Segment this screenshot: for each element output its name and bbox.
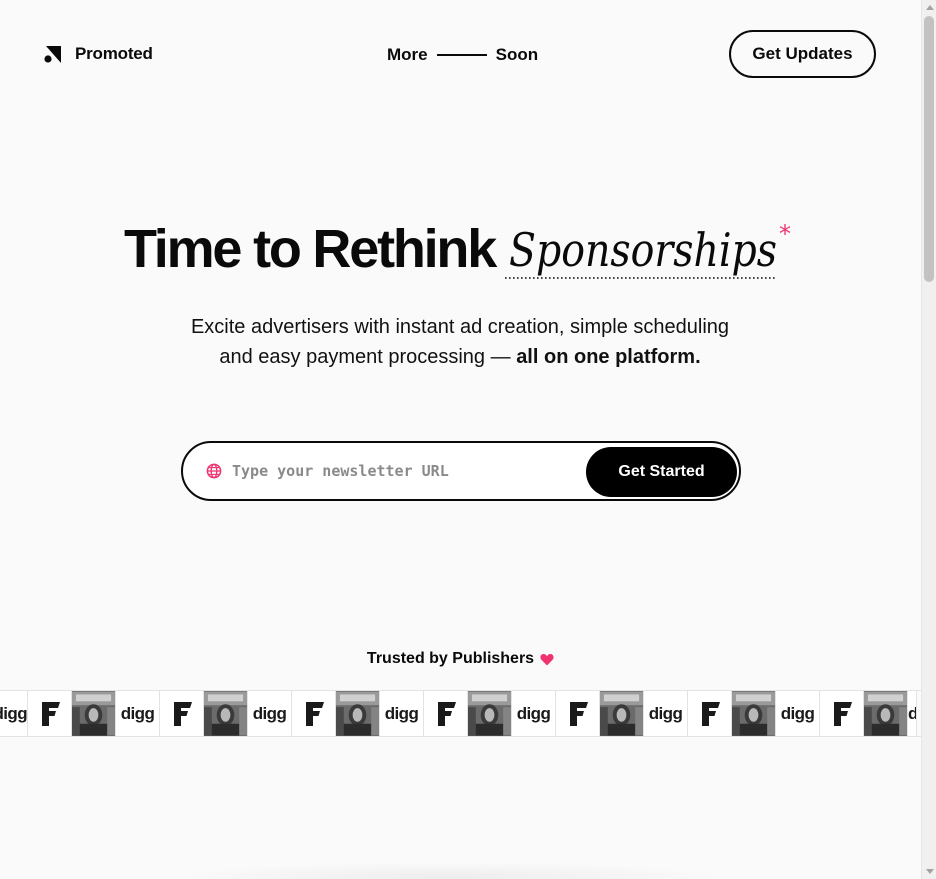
trusted-label: Trusted by Publishers (366, 650, 535, 667)
publisher-logo-strip: digg digg digg digg digg digg digg digg (0, 690, 921, 737)
f-publisher-logo-icon (556, 691, 600, 736)
hero-title-plain: Time to Rethink (124, 219, 497, 279)
newsletter-url-input[interactable] (232, 457, 572, 485)
globe-icon (206, 463, 222, 479)
publisher-photo-thumbnail (468, 691, 512, 736)
f-publisher-logo-icon (292, 691, 336, 736)
get-started-button[interactable]: Get Started (586, 447, 737, 497)
site-header: Promoted More Soon Get Updates (0, 0, 921, 110)
trusted-by-heading: Trusted by Publishers (0, 650, 921, 668)
sponsorships-script-graphic: Sponsorships * (505, 220, 791, 279)
hero-title: Time to Rethink Sponsorships * (124, 220, 824, 290)
newsletter-signup-form: Get Started (181, 441, 741, 501)
digg-logo: digg (644, 691, 688, 736)
digg-logo: digg (248, 691, 292, 736)
nav-divider-line (436, 54, 487, 56)
sponsorships-script-text: Sponsorships (509, 223, 777, 277)
digg-logo: digg (116, 691, 160, 736)
subtitle-line-2: and easy payment processing — (219, 346, 511, 368)
publisher-photo-thumbnail (732, 691, 776, 736)
digg-logo: digg (908, 691, 917, 736)
publisher-photo-thumbnail (204, 691, 248, 736)
scroll-down-arrow-icon[interactable] (926, 869, 934, 874)
card-shadow-hint (170, 862, 730, 879)
digg-logo: digg (512, 691, 556, 736)
f-publisher-logo-icon (820, 691, 864, 736)
scroll-up-arrow-icon[interactable] (926, 5, 934, 10)
asterisk-mark: * (779, 220, 791, 248)
publisher-photo-thumbnail (864, 691, 908, 736)
scroll-thumb[interactable] (924, 16, 934, 282)
publisher-photo-thumbnail (72, 691, 116, 736)
publisher-photo-thumbnail (600, 691, 644, 736)
f-publisher-logo-icon (688, 691, 732, 736)
digg-logo: digg (776, 691, 820, 736)
get-updates-button[interactable]: Get Updates (729, 30, 876, 78)
nav-soon-label: Soon (495, 45, 539, 64)
digg-logo: digg (380, 691, 424, 736)
brand-link[interactable]: Promoted (44, 44, 153, 64)
subtitle-line-1: Excite advertisers with instant ad creat… (190, 316, 730, 338)
f-publisher-logo-icon (160, 691, 204, 736)
heart-icon (540, 653, 554, 665)
page-scrollbar[interactable] (921, 0, 936, 879)
nav-more-label: More (387, 45, 428, 64)
digg-logo: digg (0, 691, 28, 736)
coming-soon-nav: More Soon (387, 45, 538, 65)
brand-name: Promoted (75, 44, 153, 63)
hero-subtitle: Excite advertisers with instant ad creat… (160, 312, 760, 372)
f-publisher-logo-icon (28, 691, 72, 736)
subtitle-bold: all on one platform. (516, 346, 701, 368)
promoted-logo-icon (44, 45, 61, 63)
hero-title-script: Sponsorships * (505, 220, 797, 290)
f-publisher-logo-icon (424, 691, 468, 736)
publisher-photo-thumbnail (336, 691, 380, 736)
